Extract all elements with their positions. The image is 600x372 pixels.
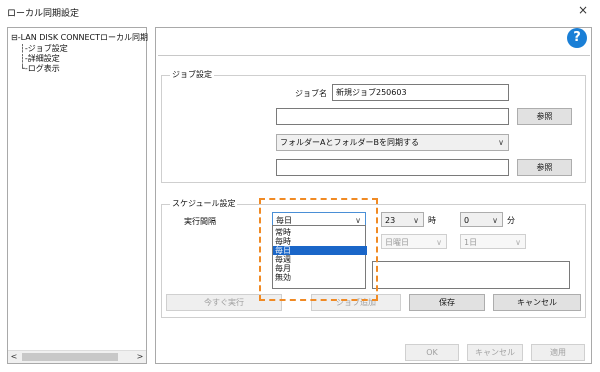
chevron-down-icon: ∨ xyxy=(436,238,442,247)
scroll-thumb[interactable] xyxy=(22,353,118,361)
window-title: ローカル同期設定 xyxy=(7,9,80,19)
ok-button[interactable]: OK xyxy=(405,344,459,361)
sync-direction-value: フォルダーAとフォルダーBを同期する xyxy=(280,138,419,147)
close-icon[interactable]: × xyxy=(575,3,591,17)
save-button[interactable]: 保存 xyxy=(409,294,485,311)
folder-a-input[interactable] xyxy=(276,108,509,125)
folder-b-input[interactable] xyxy=(276,159,509,176)
horizontal-scrollbar[interactable]: < > xyxy=(8,350,146,363)
minute-unit: 分 xyxy=(507,216,515,225)
chevron-down-icon: ∨ xyxy=(413,216,419,225)
job-settings-label: ジョブ設定 xyxy=(170,69,214,80)
tree-root[interactable]: ⊟-LAN DISK CONNECTローカル同期 xyxy=(11,32,148,43)
tree-item-label: ログ表示 xyxy=(27,64,60,73)
interval-label: 実行間隔 xyxy=(184,217,216,226)
scroll-right-icon[interactable]: > xyxy=(134,351,146,363)
navigation-tree: ⊟-LAN DISK CONNECTローカル同期 ┆-ジョブ設定 ┆-詳細設定 … xyxy=(7,27,148,364)
tree-item-label: ジョブ設定 xyxy=(27,44,68,53)
weekday-value: 日曜日 xyxy=(385,238,409,247)
chevron-down-icon: ∨ xyxy=(492,216,498,225)
chevron-down-icon: ∨ xyxy=(515,238,521,247)
schedule-text-box[interactable] xyxy=(372,261,570,289)
minute-select[interactable]: 0 ∨ xyxy=(460,212,503,227)
footer-cancel-button[interactable]: キャンセル xyxy=(467,344,523,361)
hour-select[interactable]: 23 ∨ xyxy=(381,212,424,227)
day-select[interactable]: 1日 ∨ xyxy=(460,234,526,249)
job-name-input[interactable]: 新規ジョブ250603 xyxy=(332,84,509,101)
weekday-select[interactable]: 日曜日 ∨ xyxy=(381,234,447,249)
folder-b-browse-button[interactable]: 参照 xyxy=(517,159,572,176)
hour-value: 23 xyxy=(385,216,396,225)
apply-button[interactable]: 適用 xyxy=(531,344,585,361)
scroll-left-icon[interactable]: < xyxy=(8,351,20,363)
day-value: 1日 xyxy=(464,238,478,247)
highlight-box xyxy=(259,198,378,301)
help-icon[interactable]: ? xyxy=(567,28,587,48)
schedule-label: スケジュール設定 xyxy=(170,198,238,209)
minute-value: 0 xyxy=(464,216,470,225)
cancel-button[interactable]: キャンセル xyxy=(493,294,581,311)
folder-a-browse-button[interactable]: 参照 xyxy=(517,108,572,125)
job-name-label: ジョブ名 xyxy=(295,89,327,98)
hour-unit: 時 xyxy=(428,216,436,225)
chevron-down-icon: ∨ xyxy=(498,138,504,147)
tree-item-log-view[interactable]: └-ログ表示 xyxy=(20,63,60,74)
sync-direction-select[interactable]: フォルダーAとフォルダーBを同期する ∨ xyxy=(276,134,509,151)
tree-item-label: 詳細設定 xyxy=(27,54,60,63)
divider xyxy=(158,55,590,56)
